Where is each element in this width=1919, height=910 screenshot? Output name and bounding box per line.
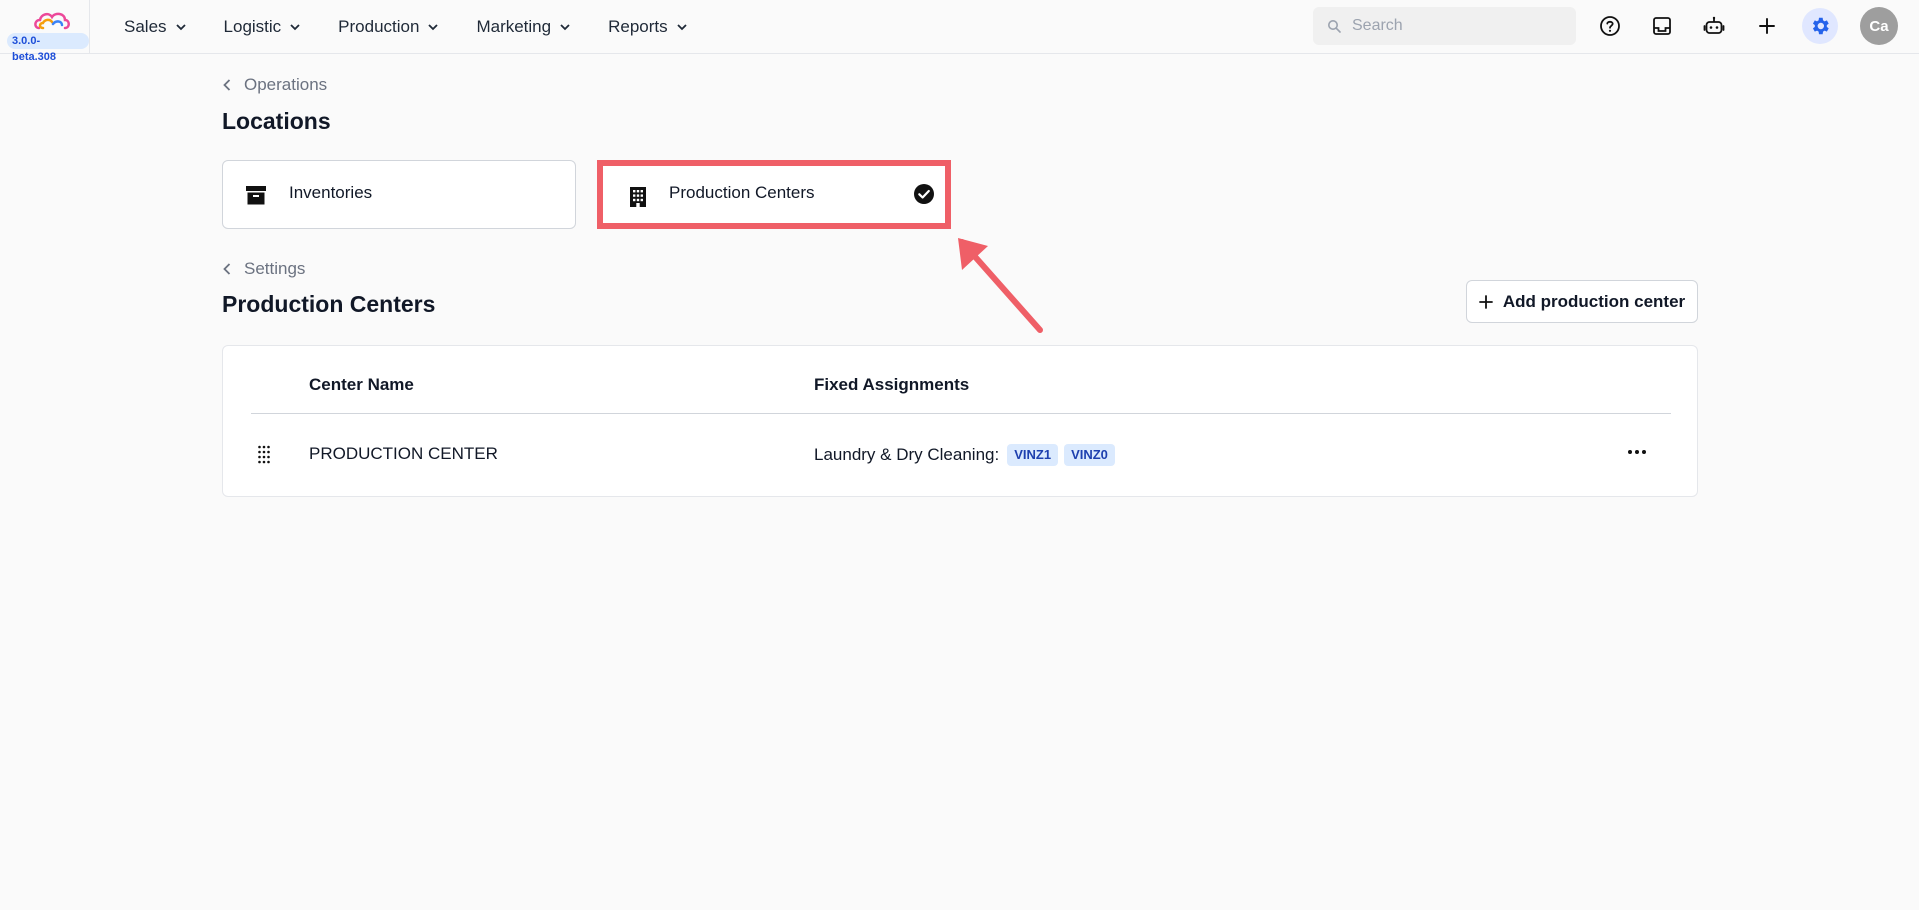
nav-label: Production bbox=[338, 17, 420, 36]
page-title: Locations bbox=[222, 108, 331, 134]
card-label: Inventories bbox=[289, 183, 373, 202]
create-button[interactable] bbox=[1753, 12, 1781, 40]
breadcrumb-label: Operations bbox=[244, 75, 328, 94]
check-circle-icon bbox=[914, 184, 934, 204]
gear-icon bbox=[1812, 17, 1829, 35]
production-centers-table: Center Name Fixed Assignments PRODUCTION… bbox=[222, 345, 1698, 497]
avatar[interactable]: Ca bbox=[1860, 7, 1898, 45]
card-label: Production Centers bbox=[669, 183, 815, 202]
breadcrumb-operations[interactable]: Operations bbox=[222, 75, 327, 95]
more-options-icon[interactable] bbox=[1625, 442, 1649, 462]
center-name-cell: PRODUCTION CENTER bbox=[309, 444, 498, 463]
search-icon bbox=[1328, 20, 1341, 33]
assignment-badge: VINZ1 bbox=[1007, 444, 1059, 466]
drag-handle-icon[interactable] bbox=[257, 444, 271, 464]
logo-area[interactable]: 3.0.0-beta.308 bbox=[0, 0, 90, 63]
assistant-button[interactable] bbox=[1700, 12, 1728, 40]
assignment-badges: VINZ1 VINZ0 bbox=[1007, 444, 1115, 466]
inbox-icon bbox=[1653, 17, 1671, 35]
chevron-down-icon bbox=[175, 24, 186, 31]
fixed-assignments-cell: Laundry & Dry Cleaning: VINZ1 VINZ0 bbox=[814, 444, 1115, 466]
nav-label: Logistic bbox=[223, 17, 282, 36]
nav-production[interactable]: Production bbox=[338, 17, 439, 37]
chevron-down-icon bbox=[428, 24, 439, 31]
nav-reports[interactable]: Reports bbox=[608, 17, 688, 37]
main-nav: Sales Logistic Production Marketing Repo… bbox=[124, 0, 725, 54]
search-box[interactable] bbox=[1313, 7, 1576, 45]
nav-label: Reports bbox=[608, 17, 668, 36]
chevron-left-icon bbox=[223, 263, 231, 275]
add-production-center-button[interactable]: Add production center bbox=[1466, 280, 1698, 323]
robot-icon bbox=[1703, 16, 1725, 34]
building-icon bbox=[630, 187, 646, 207]
top-bar: 3.0.0-beta.308 Sales Logistic Production… bbox=[0, 0, 1919, 63]
help-circle-icon bbox=[1600, 16, 1620, 36]
chevron-down-icon bbox=[290, 24, 300, 31]
plus-icon bbox=[1759, 18, 1775, 34]
annotation-arrow-icon bbox=[958, 238, 1043, 333]
help-button[interactable] bbox=[1596, 12, 1624, 40]
nav-sales[interactable]: Sales bbox=[124, 17, 187, 37]
section-title: Production Centers bbox=[222, 291, 436, 317]
column-header-center-name[interactable]: Center Name bbox=[309, 375, 414, 395]
chevron-left-icon bbox=[223, 79, 231, 91]
chevron-down-icon bbox=[560, 24, 570, 31]
nav-label: Sales bbox=[124, 17, 167, 36]
inbox-button[interactable] bbox=[1648, 12, 1676, 40]
version-badge: 3.0.0-beta.308 bbox=[7, 33, 89, 63]
table-row[interactable]: PRODUCTION CENTER Laundry & Dry Cleaning… bbox=[223, 414, 1699, 496]
location-card-production-centers[interactable]: Production Centers bbox=[597, 160, 951, 229]
breadcrumb-label: Settings bbox=[244, 259, 306, 278]
button-label: Add production center bbox=[1502, 291, 1686, 311]
cloud-logo-icon bbox=[34, 12, 70, 30]
nav-logistic[interactable]: Logistic bbox=[224, 17, 302, 37]
plus-icon bbox=[1478, 294, 1493, 309]
chevron-down-icon bbox=[676, 24, 687, 31]
nav-marketing[interactable]: Marketing bbox=[476, 17, 571, 37]
settings-button[interactable] bbox=[1802, 8, 1838, 44]
archive-box-icon bbox=[246, 186, 266, 205]
nav-label: Marketing bbox=[476, 17, 552, 36]
location-card-inventories[interactable]: Inventories bbox=[222, 160, 576, 229]
assignment-badge: VINZ0 bbox=[1064, 444, 1115, 466]
column-header-fixed-assignments[interactable]: Fixed Assignments bbox=[814, 375, 969, 395]
assignment-label: Laundry & Dry Cleaning: bbox=[814, 445, 1000, 464]
search-input[interactable] bbox=[1352, 7, 1567, 45]
breadcrumb-settings[interactable]: Settings bbox=[222, 259, 305, 279]
